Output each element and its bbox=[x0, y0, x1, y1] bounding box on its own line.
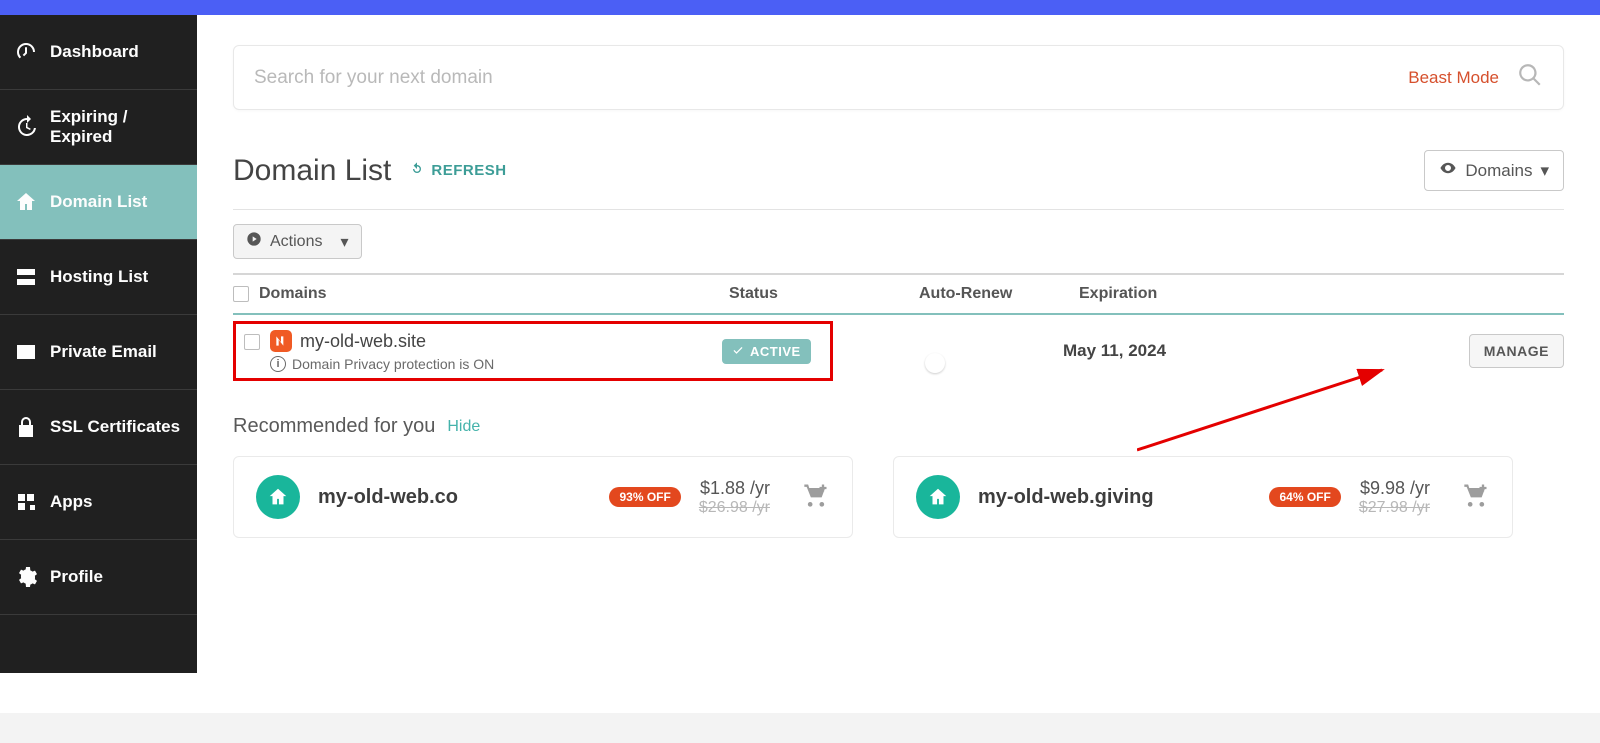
sidebar-item-label: Apps bbox=[50, 492, 93, 512]
page-title: Domain List bbox=[233, 154, 391, 188]
info-icon: i bbox=[270, 356, 286, 372]
home-icon bbox=[14, 190, 38, 214]
sidebar-item-label: Expiring / Expired bbox=[50, 107, 183, 147]
privacy-status-text: Domain Privacy protection is ON bbox=[292, 356, 494, 372]
row-checkbox[interactable] bbox=[244, 334, 260, 350]
play-circle-icon bbox=[246, 231, 262, 252]
check-icon bbox=[732, 344, 744, 359]
select-all-checkbox[interactable] bbox=[233, 286, 249, 302]
price: $1.88 /yr bbox=[699, 478, 770, 499]
discount-badge: 64% OFF bbox=[1269, 487, 1340, 507]
domains-filter-label: Domains bbox=[1465, 161, 1532, 181]
recommended-domain-name[interactable]: my-old-web.co bbox=[318, 486, 579, 509]
top-bar bbox=[0, 0, 1600, 15]
caret-down-icon: ▾ bbox=[1540, 161, 1549, 181]
sidebar-item-apps[interactable]: Apps bbox=[0, 465, 197, 540]
search-input[interactable] bbox=[254, 67, 1408, 89]
sidebar-item-private-email[interactable]: Private Email bbox=[0, 315, 197, 390]
beast-mode-link[interactable]: Beast Mode bbox=[1408, 68, 1499, 88]
col-header-status: Status bbox=[729, 285, 919, 303]
sidebar-item-ssl-certificates[interactable]: SSL Certificates bbox=[0, 390, 197, 465]
gear-icon bbox=[14, 565, 38, 589]
actions-label: Actions bbox=[270, 233, 322, 251]
lock-icon bbox=[14, 415, 38, 439]
refresh-button[interactable]: REFRESH bbox=[409, 161, 506, 181]
gauge-icon bbox=[14, 40, 38, 64]
home-circle-icon bbox=[256, 475, 300, 519]
apps-icon bbox=[14, 490, 38, 514]
add-to-cart-icon[interactable] bbox=[802, 481, 830, 514]
status-text: ACTIVE bbox=[750, 344, 801, 359]
col-header-domains: Domains bbox=[259, 285, 729, 303]
sidebar: Dashboard Expiring / Expired Domain List… bbox=[0, 15, 197, 673]
col-header-auto-renew: Auto-Renew bbox=[919, 285, 1079, 303]
col-header-expiration: Expiration bbox=[1079, 285, 1299, 303]
search-icon[interactable] bbox=[1517, 62, 1543, 93]
sidebar-item-dashboard[interactable]: Dashboard bbox=[0, 15, 197, 90]
search-bar: Beast Mode bbox=[233, 45, 1564, 110]
recommendation-card: my-old-web.giving 64% OFF $9.98 /yr $27.… bbox=[893, 456, 1513, 538]
old-price: $27.98 /yr bbox=[1359, 499, 1430, 517]
domain-name[interactable]: my-old-web.site bbox=[300, 331, 426, 352]
status-badge: ACTIVE bbox=[722, 339, 811, 364]
sidebar-item-label: Domain List bbox=[50, 192, 147, 212]
old-price: $26.98 /yr bbox=[699, 499, 770, 517]
home-circle-icon bbox=[916, 475, 960, 519]
caret-down-icon: ▾ bbox=[340, 232, 348, 252]
main-content: Beast Mode Domain List REFRESH Domain bbox=[197, 15, 1600, 673]
expiration-date: May 11, 2024 bbox=[1063, 341, 1166, 360]
sidebar-item-label: Hosting List bbox=[50, 267, 148, 287]
provider-icon bbox=[270, 330, 292, 352]
server-icon bbox=[14, 265, 38, 289]
recommendation-card: my-old-web.co 93% OFF $1.88 /yr $26.98 /… bbox=[233, 456, 853, 538]
manage-button[interactable]: MANAGE bbox=[1469, 334, 1564, 368]
add-to-cart-icon[interactable] bbox=[1462, 481, 1490, 514]
sidebar-item-label: Dashboard bbox=[50, 42, 139, 62]
refresh-label: REFRESH bbox=[431, 162, 506, 179]
discount-badge: 93% OFF bbox=[609, 487, 680, 507]
domains-filter-button[interactable]: Domains ▾ bbox=[1424, 150, 1564, 191]
refresh-icon bbox=[409, 161, 425, 181]
recommended-domain-name[interactable]: my-old-web.giving bbox=[978, 486, 1239, 509]
recommended-title: Recommended for you bbox=[233, 415, 435, 438]
mail-icon bbox=[14, 340, 38, 364]
sidebar-item-expiring[interactable]: Expiring / Expired bbox=[0, 90, 197, 165]
hide-link[interactable]: Hide bbox=[447, 418, 480, 436]
annotation-highlight-box: my-old-web.site i Domain Privacy protect… bbox=[233, 321, 833, 381]
sidebar-item-label: SSL Certificates bbox=[50, 417, 180, 437]
price: $9.98 /yr bbox=[1359, 478, 1430, 499]
eye-icon bbox=[1439, 159, 1457, 182]
actions-button[interactable]: Actions ▾ bbox=[233, 224, 362, 259]
sidebar-item-profile[interactable]: Profile bbox=[0, 540, 197, 615]
clock-history-icon bbox=[14, 115, 38, 139]
sidebar-item-label: Private Email bbox=[50, 342, 157, 362]
sidebar-item-label: Profile bbox=[50, 567, 103, 587]
table-header-row: Domains Status Auto-Renew Expiration bbox=[233, 273, 1564, 315]
list-header: Domain List REFRESH Domains ▾ bbox=[233, 150, 1564, 210]
sidebar-item-domain-list[interactable]: Domain List bbox=[0, 165, 197, 240]
footer-spacer bbox=[0, 713, 1600, 743]
sidebar-item-hosting-list[interactable]: Hosting List bbox=[0, 240, 197, 315]
